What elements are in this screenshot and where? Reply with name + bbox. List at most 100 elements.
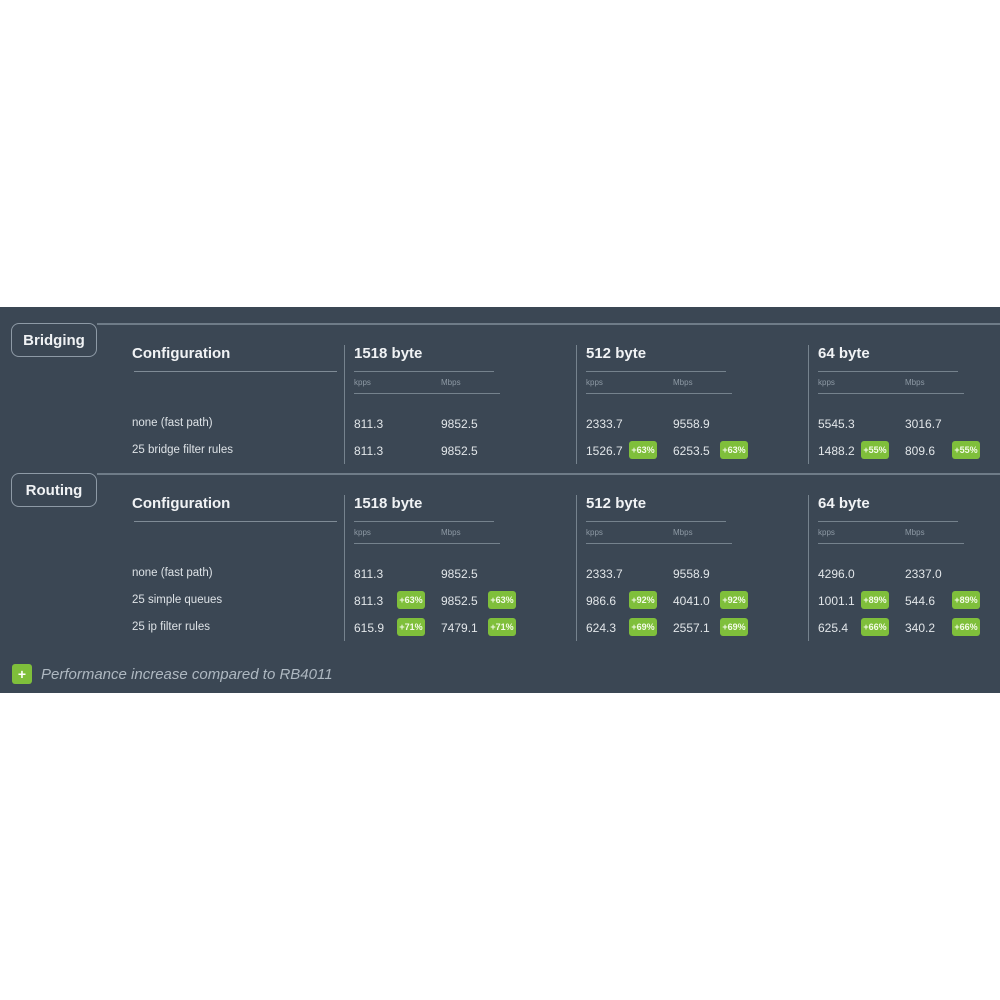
unit-mbps: Mbps — [673, 528, 693, 537]
column-title: 512 byte — [586, 495, 647, 512]
increase-badge: +55% — [861, 441, 889, 459]
row-label: none (fast path) — [132, 567, 213, 579]
column-divider — [576, 495, 577, 641]
plus-icon: + — [12, 664, 32, 684]
value-mbps: 544.6 — [905, 594, 936, 608]
row-label: 25 ip filter rules — [132, 621, 210, 633]
column-divider — [808, 345, 809, 464]
increase-badge: +63% — [488, 591, 516, 609]
section-routing: Routing Configuration none (fast path) 25 s… — [0, 473, 1000, 641]
unit-kpps: kpps — [586, 528, 603, 537]
section-bridging: Bridging Configuration none (fast path) 25 … — [0, 323, 1000, 464]
increase-badge: +92% — [629, 591, 657, 609]
column-divider — [576, 345, 577, 464]
increase-badge: +71% — [397, 618, 425, 636]
unit-mbps: Mbps — [905, 528, 925, 537]
column-underline — [354, 521, 494, 522]
value-kpps: 5545.3 — [818, 417, 855, 431]
value-mbps: 2337.0 — [905, 567, 942, 581]
section-tab-bridging[interactable]: Bridging — [11, 323, 97, 357]
value-kpps: 1488.2 — [818, 444, 855, 458]
unit-kpps: kpps — [586, 378, 603, 387]
unit-mbps: Mbps — [441, 378, 461, 387]
value-mbps: 9852.5 — [441, 444, 478, 458]
unit-kpps: kpps — [818, 378, 835, 387]
increase-badge: +69% — [629, 618, 657, 636]
increase-badge: +66% — [861, 618, 889, 636]
increase-badge: +63% — [397, 591, 425, 609]
value-kpps: 2333.7 — [586, 417, 623, 431]
increase-badge: +89% — [952, 591, 980, 609]
value-mbps: 6253.5 — [673, 444, 710, 458]
column-title: 1518 byte — [354, 495, 423, 512]
column-underline — [818, 521, 958, 522]
increase-badge: +89% — [861, 591, 889, 609]
column-divider — [808, 495, 809, 641]
value-kpps: 2333.7 — [586, 567, 623, 581]
increase-badge: +92% — [720, 591, 748, 609]
value-kpps: 811.3 — [354, 444, 384, 458]
configuration-underline — [134, 521, 337, 522]
increase-badge: +66% — [952, 618, 980, 636]
unit-mbps: Mbps — [441, 528, 461, 537]
value-mbps: 4041.0 — [673, 594, 710, 608]
unit-kpps: kpps — [354, 528, 371, 537]
unit-mbps: Mbps — [905, 378, 925, 387]
configuration-underline — [134, 371, 337, 372]
value-kpps: 811.3 — [354, 417, 384, 431]
column-underline — [586, 371, 726, 372]
increase-badge: +63% — [720, 441, 748, 459]
increase-badge: +55% — [952, 441, 980, 459]
legend: + Performance increase compared to RB401… — [12, 664, 333, 684]
value-kpps: 1001.1 — [818, 594, 855, 608]
increase-badge: +63% — [629, 441, 657, 459]
column-title: 64 byte — [818, 345, 870, 362]
section-divider — [97, 473, 1000, 475]
unit-mbps: Mbps — [673, 378, 693, 387]
value-mbps: 9558.9 — [673, 417, 710, 431]
section-divider — [97, 323, 1000, 325]
units-underline — [818, 393, 964, 394]
row-label: none (fast path) — [132, 417, 213, 429]
value-kpps: 615.9 — [354, 621, 385, 635]
increase-badge: +71% — [488, 618, 516, 636]
units-underline — [354, 543, 500, 544]
value-kpps: 624.3 — [586, 621, 617, 635]
configuration-header: Configuration — [132, 495, 231, 512]
value-mbps: 809.6 — [905, 444, 936, 458]
row-label: 25 simple queues — [132, 594, 223, 606]
units-underline — [818, 543, 964, 544]
performance-table-panel: Bridging Configuration none (fast path) 25 … — [0, 307, 1000, 693]
value-mbps: 340.2 — [905, 621, 936, 635]
value-kpps: 4296.0 — [818, 567, 855, 581]
value-mbps: 9852.5 — [441, 594, 478, 608]
column-underline — [586, 521, 726, 522]
value-kpps: 986.6 — [586, 594, 617, 608]
value-kpps: 811.3 — [354, 594, 384, 608]
value-mbps: 2557.1 — [673, 621, 710, 635]
column-divider — [344, 345, 345, 464]
column-underline — [354, 371, 494, 372]
value-mbps: 9558.9 — [673, 567, 710, 581]
configuration-header: Configuration — [132, 345, 231, 362]
column-underline — [818, 371, 958, 372]
value-mbps: 9852.5 — [441, 567, 478, 581]
value-kpps: 1526.7 — [586, 444, 623, 458]
unit-kpps: kpps — [354, 378, 371, 387]
increase-badge: +69% — [720, 618, 748, 636]
section-tab-routing[interactable]: Routing — [11, 473, 97, 507]
value-kpps: 811.3 — [354, 567, 384, 581]
column-divider — [344, 495, 345, 641]
value-mbps: 3016.7 — [905, 417, 942, 431]
value-mbps: 7479.1 — [441, 621, 478, 635]
row-label: 25 bridge filter rules — [132, 444, 233, 456]
unit-kpps: kpps — [818, 528, 835, 537]
value-kpps: 625.4 — [818, 621, 849, 635]
column-title: 64 byte — [818, 495, 870, 512]
value-mbps: 9852.5 — [441, 417, 478, 431]
column-title: 512 byte — [586, 345, 647, 362]
units-underline — [586, 543, 732, 544]
units-underline — [354, 393, 500, 394]
legend-text: Performance increase compared to RB4011 — [41, 665, 333, 683]
column-title: 1518 byte — [354, 345, 423, 362]
